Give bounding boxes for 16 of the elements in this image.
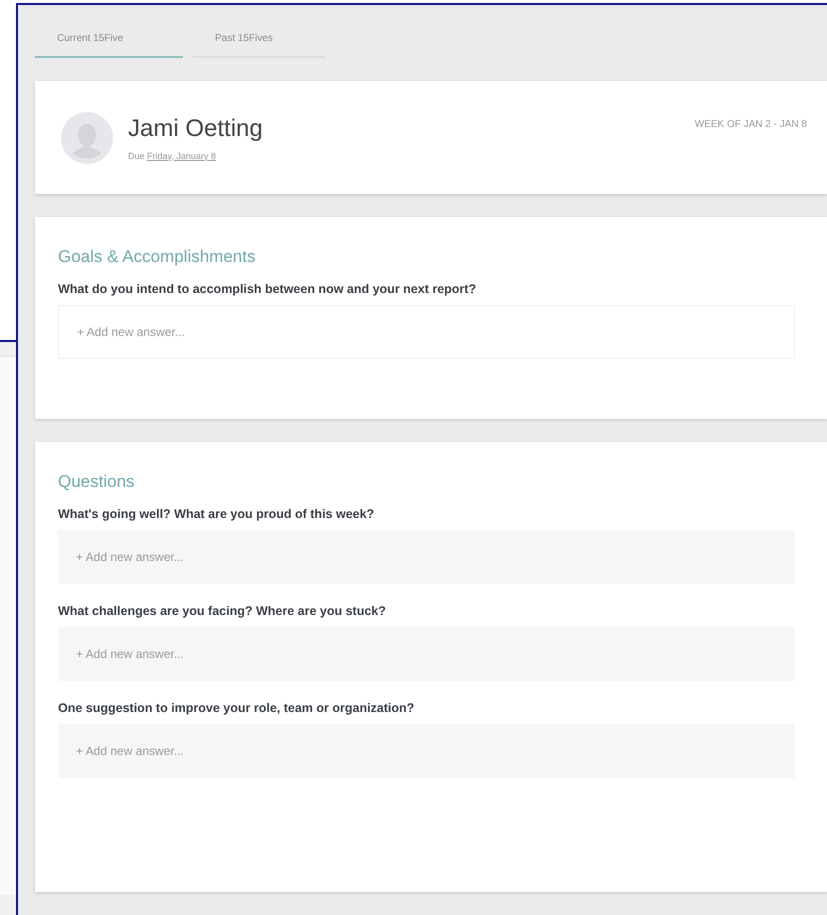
due-date: Due Friday, January 8 <box>128 150 217 160</box>
avatar-icon <box>61 112 113 164</box>
tab[interactable]: Current 15Five <box>35 19 183 58</box>
tab[interactable]: Past 15Fives <box>193 19 326 58</box>
answer-field[interactable]: + Add new answer... <box>58 724 795 778</box>
section-title: Goals & Accomplishments <box>58 247 256 267</box>
answer-field[interactable]: + Add new answer... <box>58 530 795 584</box>
question-text: What's going well? What are you proud of this week? <box>58 507 376 521</box>
answer-field[interactable]: + Add new answer... <box>58 627 795 681</box>
section-title: Questions <box>58 472 136 492</box>
answer-field[interactable]: + Add new answer... <box>58 305 795 359</box>
user-name: Jami Oetting <box>128 114 264 142</box>
question-text: What do you intend to accomplish between now and your next report? <box>58 282 478 296</box>
question-text: What challenges are you facing? Where are you stuck? <box>58 604 387 618</box>
week-range: WEEK OF JAN 2 - JAN 8 <box>694 119 807 130</box>
question-text: One suggestion to improve your role, team or organization? <box>58 701 416 715</box>
